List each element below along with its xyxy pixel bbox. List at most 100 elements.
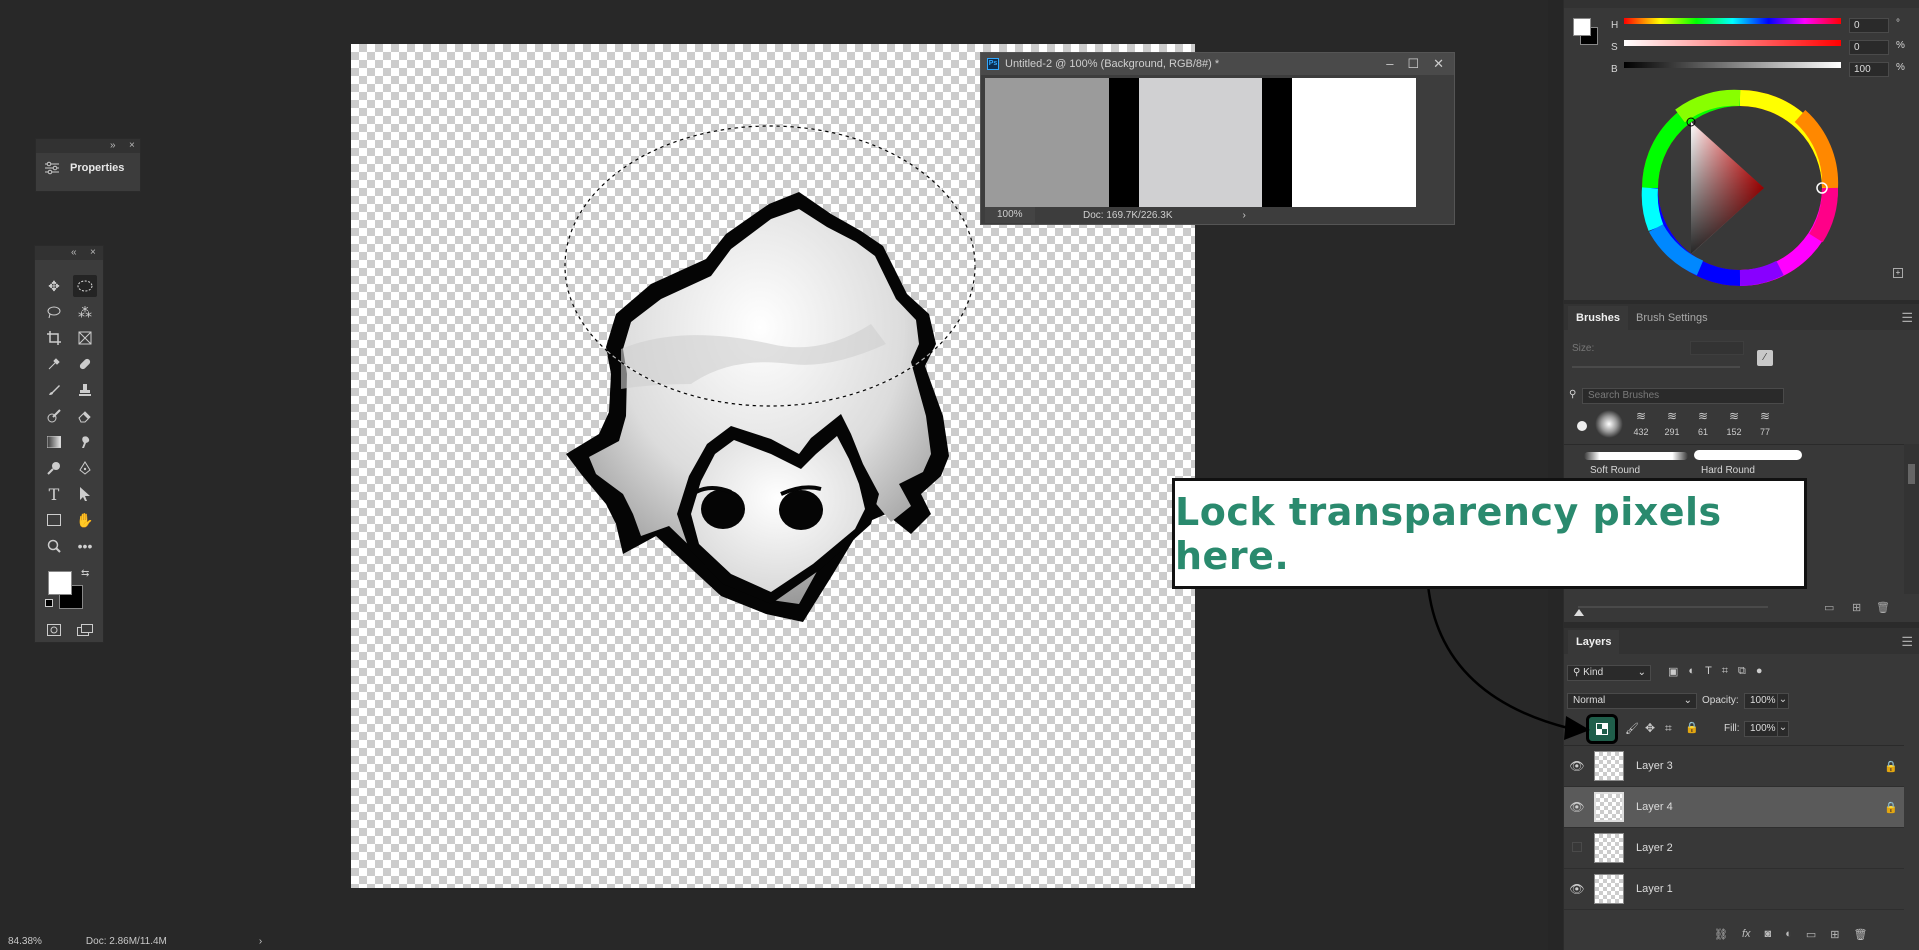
screen-mode-icon[interactable] <box>73 619 97 641</box>
quick-mask-icon[interactable] <box>42 619 66 641</box>
size-slider[interactable] <box>1572 366 1740 368</box>
tab-brushes[interactable]: Brushes <box>1568 306 1629 330</box>
elliptical-marquee-tool-icon[interactable] <box>73 275 97 297</box>
folder-icon[interactable]: ▭ <box>1824 601 1834 614</box>
properties-tab[interactable]: Properties <box>44 161 124 175</box>
brightness-value[interactable]: 100 <box>1849 62 1889 77</box>
history-brush-tool-icon[interactable] <box>42 405 66 427</box>
hue-slider[interactable] <box>1624 18 1841 24</box>
lock-position-icon[interactable]: ✥ <box>1645 721 1655 735</box>
brush-preset-152[interactable]: ≋ 152 <box>1720 409 1748 439</box>
brush-preset-77[interactable]: ≋ 77 <box>1751 409 1779 439</box>
color-panel[interactable]: H 0 ° S 0 % B 100 % + <box>1564 0 1919 300</box>
zoom-tool-icon[interactable] <box>42 535 66 557</box>
link-layers-icon[interactable]: ⛓ <box>1714 928 1728 941</box>
group-folder-icon[interactable]: ▭ <box>1806 928 1816 941</box>
adjustment-layer-icon[interactable]: ◐ <box>1785 928 1792 941</box>
document-zoom[interactable]: 100% <box>985 207 1035 223</box>
document-content[interactable] <box>985 78 1416 208</box>
close-icon[interactable]: × <box>129 139 135 153</box>
move-tool-icon[interactable]: ✥ <box>42 275 66 297</box>
status-arrow-icon[interactable]: › <box>1243 210 1246 221</box>
properties-panel[interactable]: » × Properties <box>35 138 141 192</box>
lock-all-icon[interactable]: 🔒 <box>1685 721 1699 734</box>
visibility-eye-icon[interactable]: 👁 <box>1564 759 1590 773</box>
hue-value[interactable]: 0 <box>1849 18 1889 33</box>
brush-preset-291[interactable]: ≋ 291 <box>1658 409 1686 439</box>
pixel-filter-icon[interactable]: ▣ <box>1668 665 1678 678</box>
tools-panel[interactable]: « × ✥ ⁂ T ✋ ••• ⇆ <box>34 245 104 643</box>
minimize-icon[interactable]: – <box>1386 56 1393 72</box>
type-tool-icon[interactable]: T <box>42 483 66 505</box>
trash-icon[interactable]: 🗑 <box>1853 928 1867 941</box>
default-colors-icon[interactable] <box>45 599 53 607</box>
visibility-toggle-empty[interactable] <box>1564 841 1590 855</box>
visibility-eye-icon[interactable]: 👁 <box>1564 882 1590 896</box>
layer-row-layer-1[interactable]: 👁 Layer 1 <box>1564 869 1904 910</box>
smudge-tool-icon[interactable] <box>73 431 97 453</box>
saturation-slider[interactable] <box>1624 40 1841 46</box>
layer-row-layer-3[interactable]: 👁 Layer 3 🔒 <box>1564 746 1904 787</box>
pen-tool-icon[interactable] <box>73 457 97 479</box>
tools-panel-header[interactable]: « × <box>35 246 103 260</box>
eyedropper-tool-icon[interactable] <box>42 353 66 375</box>
lock-image-pixels-icon[interactable]: 🖌 <box>1625 722 1639 735</box>
close-icon[interactable]: ✕ <box>1433 56 1444 72</box>
panel-menu-icon[interactable]: ☰ <box>1901 310 1913 326</box>
add-mask-icon[interactable]: ◙ <box>1765 928 1772 941</box>
type-filter-icon[interactable]: T <box>1705 665 1712 678</box>
soft-brush-preset[interactable] <box>1595 410 1623 438</box>
collapse-icon[interactable]: « <box>71 246 77 260</box>
color-wheel[interactable] <box>1640 88 1840 288</box>
fill-dropdown-icon[interactable]: ⌄ <box>1777 721 1789 737</box>
magic-wand-tool-icon[interactable]: ⁂ <box>73 301 97 323</box>
layer-row-layer-2[interactable]: Layer 2 <box>1564 828 1904 869</box>
layer-name[interactable]: Layer 1 <box>1636 883 1884 895</box>
zoom-level[interactable]: 84.38% <box>8 936 42 947</box>
smart-object-filter-icon[interactable]: ⧉ <box>1738 665 1746 678</box>
dodge-tool-icon[interactable] <box>42 457 66 479</box>
trash-icon[interactable]: 🗑 <box>1876 601 1890 614</box>
healing-brush-tool-icon[interactable] <box>73 353 97 375</box>
foreground-color-swatch[interactable] <box>1573 18 1591 36</box>
layer-name[interactable]: Layer 3 <box>1636 760 1884 772</box>
hard-brush-preset[interactable] <box>1577 421 1587 431</box>
fx-icon[interactable]: fx <box>1742 928 1751 941</box>
brightness-slider[interactable] <box>1624 62 1841 68</box>
search-brushes-input[interactable]: Search Brushes <box>1582 388 1784 404</box>
expand-icon[interactable]: + <box>1893 268 1903 278</box>
maximize-icon[interactable]: ☐ <box>1407 56 1419 72</box>
new-brush-icon[interactable]: ⁄ <box>1757 350 1773 366</box>
frame-tool-icon[interactable] <box>73 327 97 349</box>
visibility-eye-icon[interactable]: 👁 <box>1564 800 1590 814</box>
document-title-bar[interactable]: Ps Untitled-2 @ 100% (Background, RGB/8#… <box>981 53 1454 75</box>
size-input[interactable] <box>1690 341 1744 355</box>
brushes-scrollbar[interactable] <box>1904 444 1919 594</box>
rectangle-tool-icon[interactable] <box>42 509 66 531</box>
properties-panel-header[interactable]: » × <box>36 139 140 153</box>
document-window[interactable]: Ps Untitled-2 @ 100% (Background, RGB/8#… <box>980 52 1455 225</box>
filter-toggle-icon[interactable]: ● <box>1756 665 1763 678</box>
crop-tool-icon[interactable] <box>42 327 66 349</box>
brush-preset-61[interactable]: ≋ 61 <box>1689 409 1717 439</box>
more-tools-icon[interactable]: ••• <box>73 535 97 557</box>
foreground-color-swatch[interactable] <box>48 571 72 595</box>
tab-brush-settings[interactable]: Brush Settings <box>1628 306 1716 330</box>
lock-artboard-icon[interactable]: ⌗ <box>1665 721 1672 736</box>
panel-menu-icon[interactable]: ☰ <box>1901 634 1913 650</box>
gradient-tool-icon[interactable] <box>42 431 66 453</box>
clone-stamp-tool-icon[interactable] <box>73 379 97 401</box>
new-brush-button-icon[interactable]: ⊞ <box>1852 601 1861 614</box>
layer-name[interactable]: Layer 4 <box>1636 801 1884 813</box>
swap-colors-icon[interactable]: ⇆ <box>81 568 89 579</box>
hand-tool-icon[interactable]: ✋ <box>73 509 97 531</box>
status-arrow-icon[interactable]: › <box>259 936 262 947</box>
brush-tool-icon[interactable] <box>42 379 66 401</box>
path-selection-tool-icon[interactable] <box>73 483 97 505</box>
adjustment-filter-icon[interactable]: ◐ <box>1688 665 1695 678</box>
layer-name[interactable]: Layer 2 <box>1636 842 1884 854</box>
collapse-icon[interactable]: » <box>110 139 116 153</box>
saturation-value[interactable]: 0 <box>1849 40 1889 55</box>
brush-preset-432[interactable]: ≋ 432 <box>1627 409 1655 439</box>
shape-filter-icon[interactable]: ⌗ <box>1722 665 1728 678</box>
